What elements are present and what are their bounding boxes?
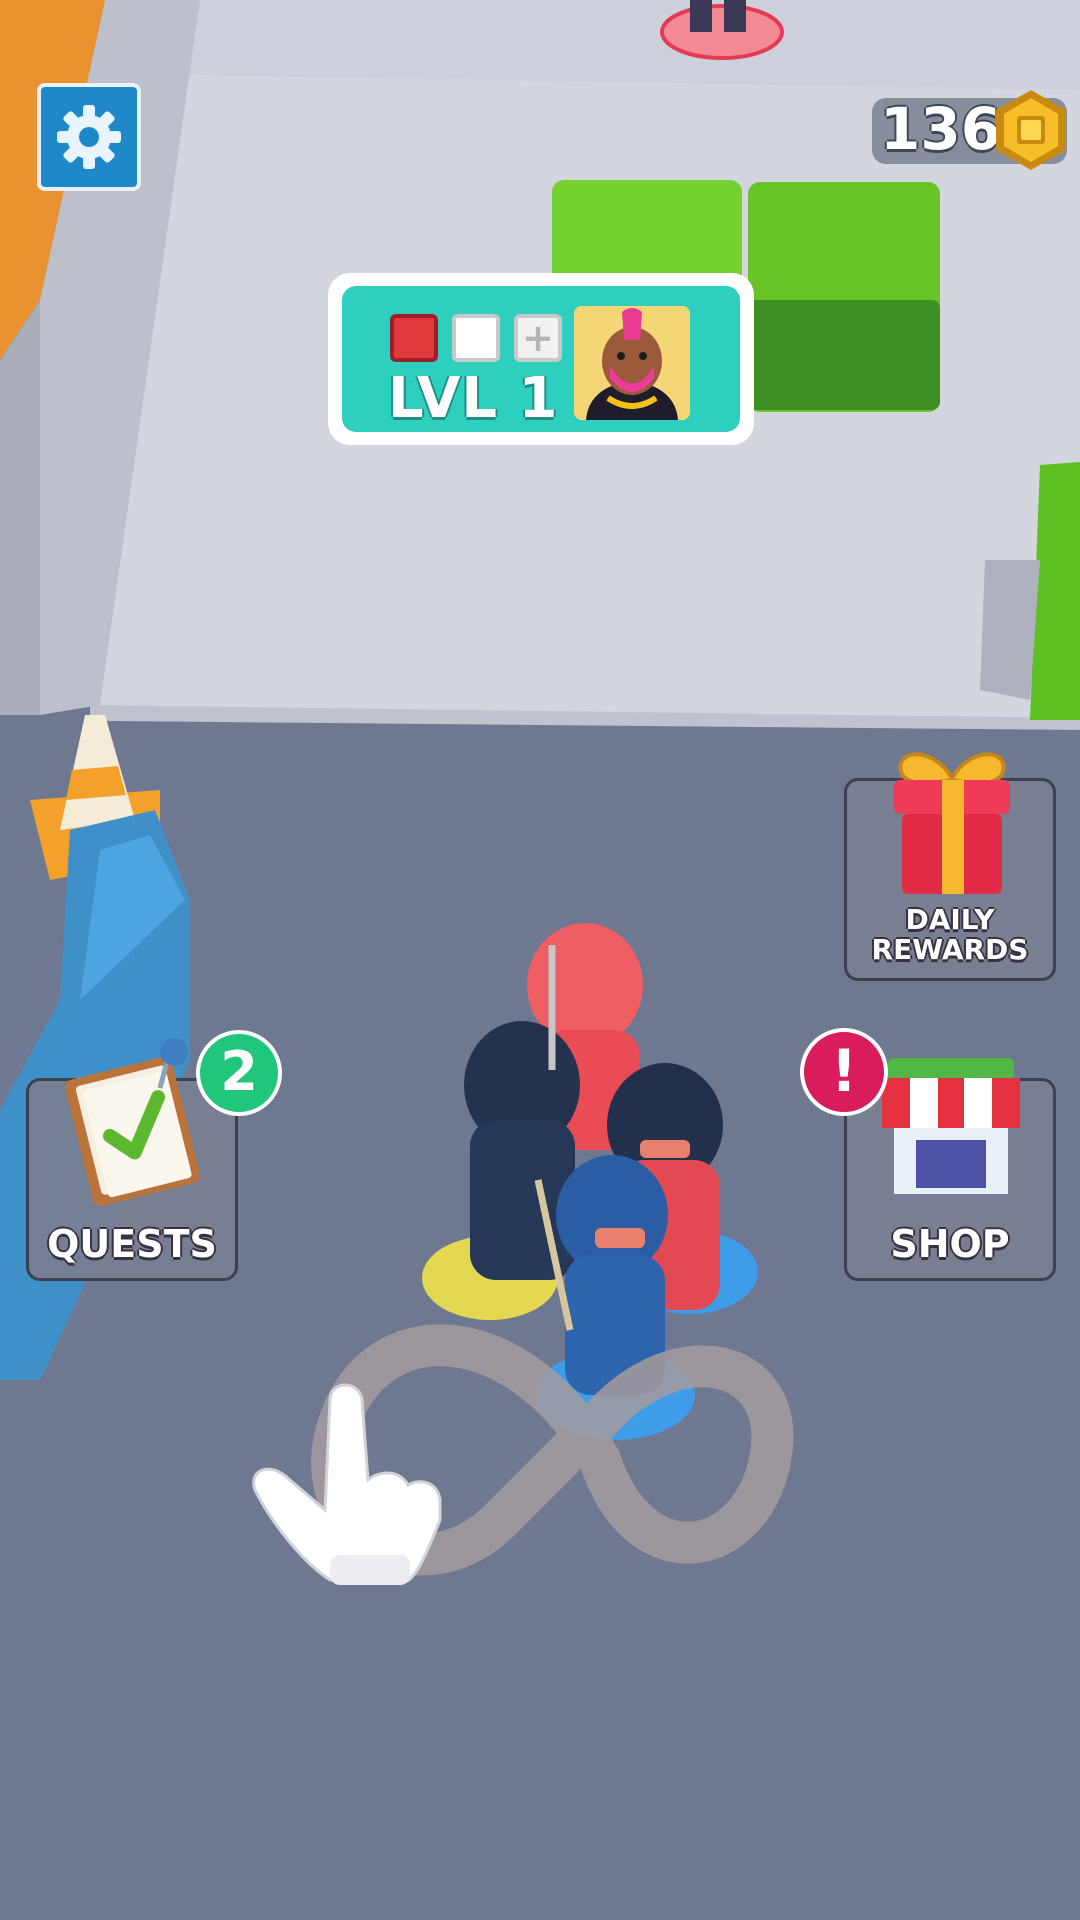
quests-badge: 2 — [196, 1030, 282, 1116]
shop-label: SHOP — [890, 1222, 1010, 1266]
clipboard-check-icon — [65, 1038, 200, 1206]
gift-box-icon — [894, 752, 1010, 894]
shop-stall-icon — [882, 1058, 1020, 1194]
daily-rewards-label-line2: REWARDS — [871, 933, 1029, 966]
boss-portrait — [574, 306, 690, 420]
level-progress-slot-empty — [452, 314, 500, 362]
pillar — [0, 300, 40, 715]
quests-label: QUESTS — [47, 1222, 217, 1266]
coin-icon — [996, 90, 1066, 170]
coin-counter: 136 — [880, 95, 1002, 163]
shop-alert-badge: ! — [800, 1028, 888, 1116]
plaza-top-strip — [190, 0, 1080, 90]
settings-button[interactable] — [37, 83, 141, 191]
enemy-marker — [660, 4, 784, 60]
settings-gear-icon — [57, 105, 121, 169]
level-progress-slot-filled — [390, 314, 438, 362]
level-label: LVL 1 — [388, 366, 559, 431]
daily-rewards-label-line1: DAILY — [905, 903, 995, 936]
level-progress-slot-add: + — [514, 314, 562, 362]
